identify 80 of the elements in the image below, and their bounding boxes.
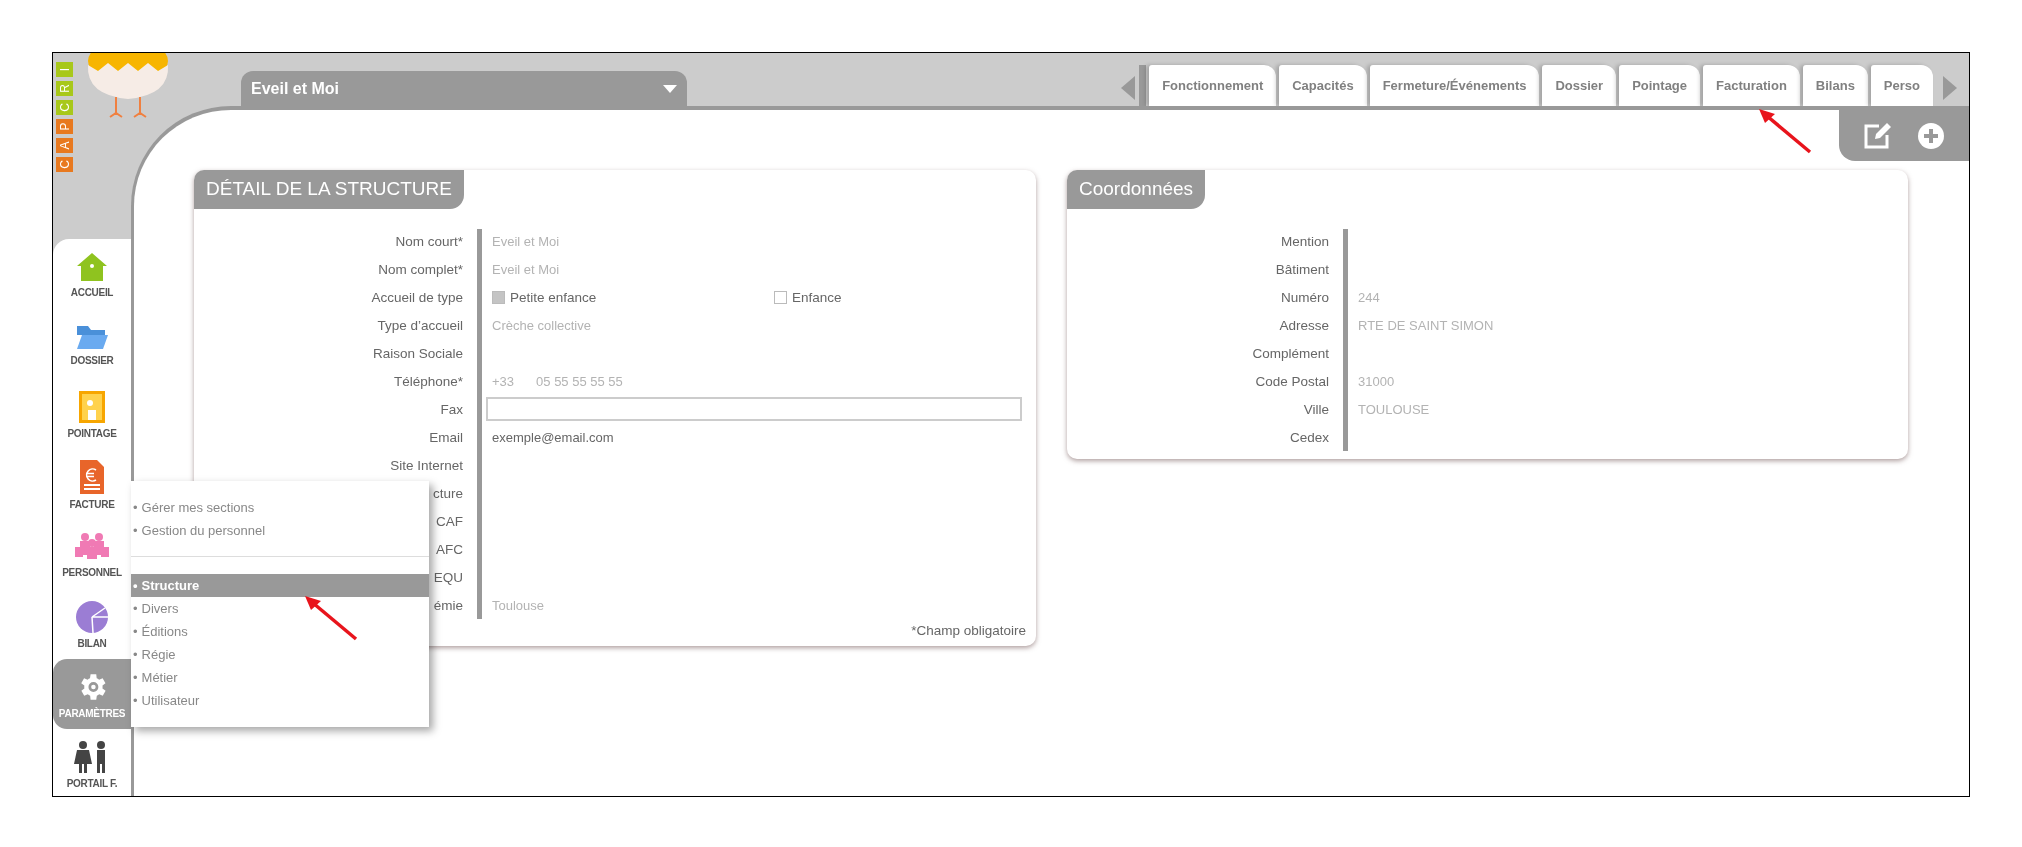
- logo-letter: C: [56, 100, 73, 115]
- field-value: Crèche collective: [492, 317, 591, 333]
- logo-letter: A: [56, 138, 73, 153]
- nav-item[interactable]: PARAMÈTRES: [53, 659, 131, 729]
- menu-item[interactable]: • Utilisateur: [131, 689, 429, 712]
- logo-letter: P: [56, 119, 73, 134]
- field-label: Site Internet: [390, 457, 463, 473]
- card-title: DÉTAIL DE LA STRUCTURE: [194, 170, 464, 209]
- nav-item[interactable]: DOSSIER: [53, 309, 131, 379]
- field-label: Téléphone*: [393, 373, 463, 389]
- tab[interactable]: Dossier: [1542, 65, 1617, 106]
- menu-item[interactable]: • Régie: [131, 643, 429, 666]
- field-value: RTE DE SAINT SIMON: [1358, 317, 1494, 333]
- logo-letter: R: [56, 81, 73, 96]
- right-arrow-icon[interactable]: [1943, 76, 1957, 100]
- tab[interactable]: Facturation: [1703, 65, 1800, 106]
- field-label: Mention: [1280, 233, 1329, 249]
- field-label: Complément: [1252, 345, 1329, 361]
- checkbox[interactable]: [492, 290, 505, 304]
- checkbox[interactable]: [774, 290, 787, 304]
- menu-item[interactable]: • Divers: [131, 597, 429, 620]
- menu-item[interactable]: • Gestion du personnel: [131, 519, 429, 542]
- field-label: Ville: [1303, 401, 1329, 417]
- field-label: Nom court*: [395, 233, 463, 249]
- nav-item[interactable]: BILAN: [53, 589, 131, 659]
- field-label: émie: [433, 597, 463, 613]
- field-value: 31000: [1358, 373, 1395, 389]
- field-label: Adresse: [1279, 317, 1329, 333]
- field-value: Eveil et Moi: [492, 261, 560, 277]
- logo-letter: C: [56, 157, 73, 172]
- phone-number: 05 55 55 55 55: [536, 373, 623, 389]
- edit-icon[interactable]: [1863, 121, 1893, 150]
- field-label: Numéro: [1281, 289, 1329, 305]
- field-value: TOULOUSE: [1358, 401, 1430, 417]
- tab[interactable]: Perso: [1870, 65, 1933, 106]
- invoice-icon: [78, 458, 106, 495]
- tab[interactable]: Fonctionnement: [1149, 65, 1277, 106]
- field-label: Nom complet*: [378, 261, 463, 277]
- field-label: EQU: [433, 569, 463, 585]
- field-label: cture: [433, 485, 463, 501]
- field-value: Eveil et Moi: [492, 233, 560, 249]
- field-value: Toulouse: [492, 597, 545, 613]
- nav-item[interactable]: PERSONNEL: [53, 519, 131, 589]
- required-note: *Champ obligatoire: [911, 623, 1026, 638]
- field-label: Email: [429, 429, 463, 445]
- menu-item[interactable]: • Éditions: [131, 620, 429, 643]
- field-label: Cedex: [1289, 429, 1329, 445]
- caret-icon: [663, 84, 677, 93]
- field-label: AFC: [436, 541, 463, 557]
- tab[interactable]: Capacités: [1279, 65, 1367, 106]
- tab[interactable]: Pointage: [1619, 65, 1701, 106]
- field-value: 244: [1358, 289, 1380, 305]
- tab[interactable]: Bilans: [1802, 65, 1868, 106]
- field-value: exemple@email.com: [492, 429, 614, 445]
- field-label: CAF: [436, 513, 463, 529]
- nav-item[interactable]: FACTURE: [53, 449, 131, 519]
- menu-item[interactable]: • Métier: [131, 666, 429, 689]
- field-label: Type d’accueil: [377, 317, 463, 333]
- field-label: Bâtiment: [1275, 261, 1329, 277]
- menu-item[interactable]: • Structure: [131, 574, 429, 597]
- house-icon: [75, 250, 109, 283]
- field-label: Accueil de type: [371, 289, 463, 305]
- field-label: Code Postal: [1255, 373, 1329, 389]
- structure-dropdown[interactable]: Eveil et Moi: [241, 71, 687, 106]
- nav-item[interactable]: POINTAGE: [53, 379, 131, 449]
- menu-item[interactable]: • Gérer mes sections: [131, 496, 429, 519]
- pie-chart-icon: [75, 599, 109, 634]
- checkbox-label: Petite enfance: [510, 289, 597, 305]
- card-title: Coordonnées: [1067, 170, 1206, 209]
- tab[interactable]: Fermeture/Événements: [1369, 65, 1540, 106]
- checkbox-label: Enfance: [792, 289, 842, 305]
- field-label: Raison Sociale: [372, 345, 463, 361]
- left-arrow-icon[interactable]: [1121, 76, 1136, 100]
- nav-item[interactable]: ACCUEIL: [53, 239, 131, 309]
- field-label: Fax: [440, 401, 463, 417]
- add-icon[interactable]: [1917, 121, 1945, 150]
- phone-prefix: +33: [492, 373, 515, 389]
- nav-item[interactable]: PORTAIL F.: [53, 729, 131, 796]
- logo-letter: I: [56, 62, 73, 77]
- input-field[interactable]: [486, 397, 1022, 421]
